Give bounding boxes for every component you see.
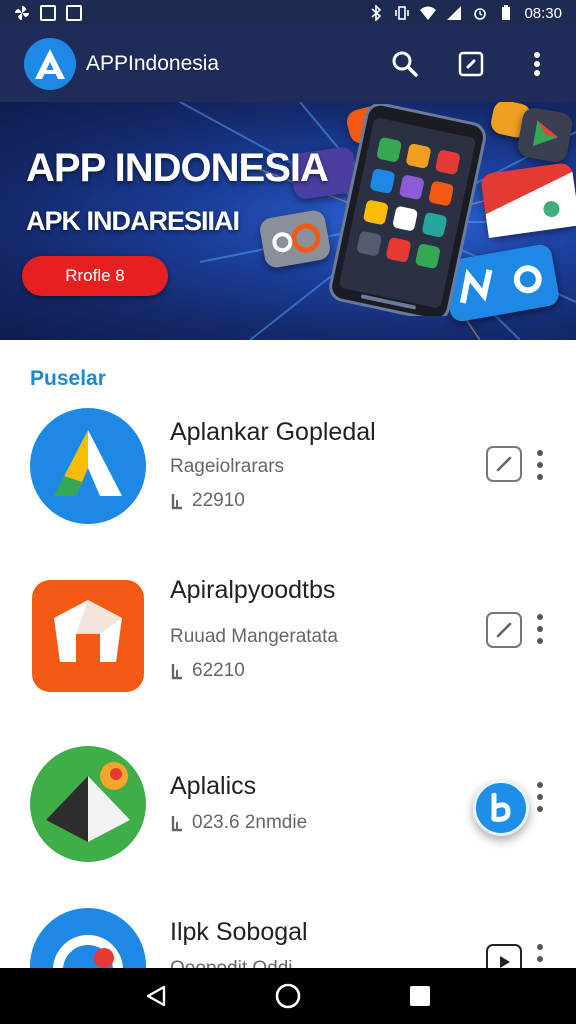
square-icon (66, 5, 82, 21)
home-button[interactable] (273, 981, 303, 1011)
recents-button[interactable] (405, 981, 435, 1011)
alarm-icon (474, 8, 487, 20)
app-icon-green-prism (30, 746, 146, 862)
app-count-text: 62210 (192, 660, 245, 681)
download-icon (171, 494, 182, 510)
phone-illustration (329, 104, 486, 316)
edit-icon (496, 622, 512, 638)
app-download-count: 22910 (170, 490, 245, 512)
back-button[interactable] (141, 981, 171, 1011)
app-name: Ilpk Sobogal (170, 918, 308, 946)
download-icon (171, 816, 182, 832)
status-bar: 08:30 (0, 0, 576, 26)
search-button[interactable] (390, 49, 420, 79)
more-options-button[interactable] (532, 614, 548, 644)
more-options-button[interactable] (532, 782, 548, 812)
app-icon-triangle (30, 408, 146, 524)
app-list-item[interactable]: Apiralpyoodtbs Ruuad Mangeratata 62210 (0, 570, 576, 720)
edit-icon (458, 51, 484, 77)
play-store-icon (532, 120, 558, 147)
more-icon (537, 450, 543, 456)
home-icon (275, 983, 301, 1009)
image-icon (40, 5, 56, 21)
app-bar: APPIndonesia (0, 26, 576, 102)
signal-icon (447, 6, 462, 20)
b-letter-icon (491, 793, 511, 822)
app-name: Apiralpyoodtbs (170, 576, 336, 604)
logo-a-icon (35, 49, 65, 79)
download-icon (171, 664, 182, 680)
app-count-text: 22910 (192, 490, 245, 511)
vibrate-icon (395, 6, 410, 20)
wifi-icon (420, 6, 437, 20)
app-icon-orange-block (32, 580, 144, 692)
status-bar-left (14, 5, 82, 21)
back-icon (146, 985, 166, 1007)
app-download-count: 62210 (170, 660, 245, 682)
pinwheel-icon (15, 6, 29, 20)
recents-icon (410, 986, 430, 1006)
app-download-count: 023.6 2nmdie (170, 812, 307, 834)
float-app-icon-play (516, 106, 574, 164)
edit-button[interactable] (486, 612, 522, 648)
battery-icon (502, 5, 511, 20)
app-title: APPIndonesia (86, 52, 220, 75)
more-options-button[interactable] (522, 49, 552, 79)
edit-button[interactable] (486, 446, 522, 482)
app-name: Aplankar Gopledal (170, 418, 376, 446)
more-icon (537, 614, 543, 620)
section-title: Puselar (30, 367, 106, 390)
status-time: 08:30 (524, 4, 562, 22)
more-icon (537, 782, 543, 788)
edit-button[interactable] (456, 49, 486, 79)
status-bar-right: 08:30 (368, 5, 562, 22)
search-icon (392, 51, 418, 77)
app-count-text: 023.6 2nmdie (192, 812, 308, 833)
appbar-actions (390, 49, 552, 79)
edit-icon (496, 456, 512, 472)
banner-cta-button[interactable]: Rrofle 8 (22, 256, 168, 296)
more-icon (534, 52, 540, 76)
floating-action-button[interactable] (473, 780, 529, 836)
navigation-bar (0, 968, 576, 1024)
app-logo[interactable] (24, 38, 76, 90)
app-category: Rageiolrarars (170, 456, 285, 477)
more-options-button[interactable] (532, 450, 548, 480)
promo-banner[interactable]: APP INDONESIA APK INDARESIIAI Rrofle 8 (0, 102, 576, 340)
app-name: Aplalics (170, 772, 257, 800)
bluetooth-icon (371, 5, 382, 21)
app-list-item[interactable]: Aplankar Gopledal Rageiolrarars 22910 (0, 400, 576, 550)
banner-headline: APP INDONESIA (26, 146, 329, 190)
banner-subheadline: APK INDARESIIAI (26, 206, 240, 236)
app-category: Ruuad Mangeratata (170, 626, 338, 647)
more-icon (537, 944, 543, 950)
